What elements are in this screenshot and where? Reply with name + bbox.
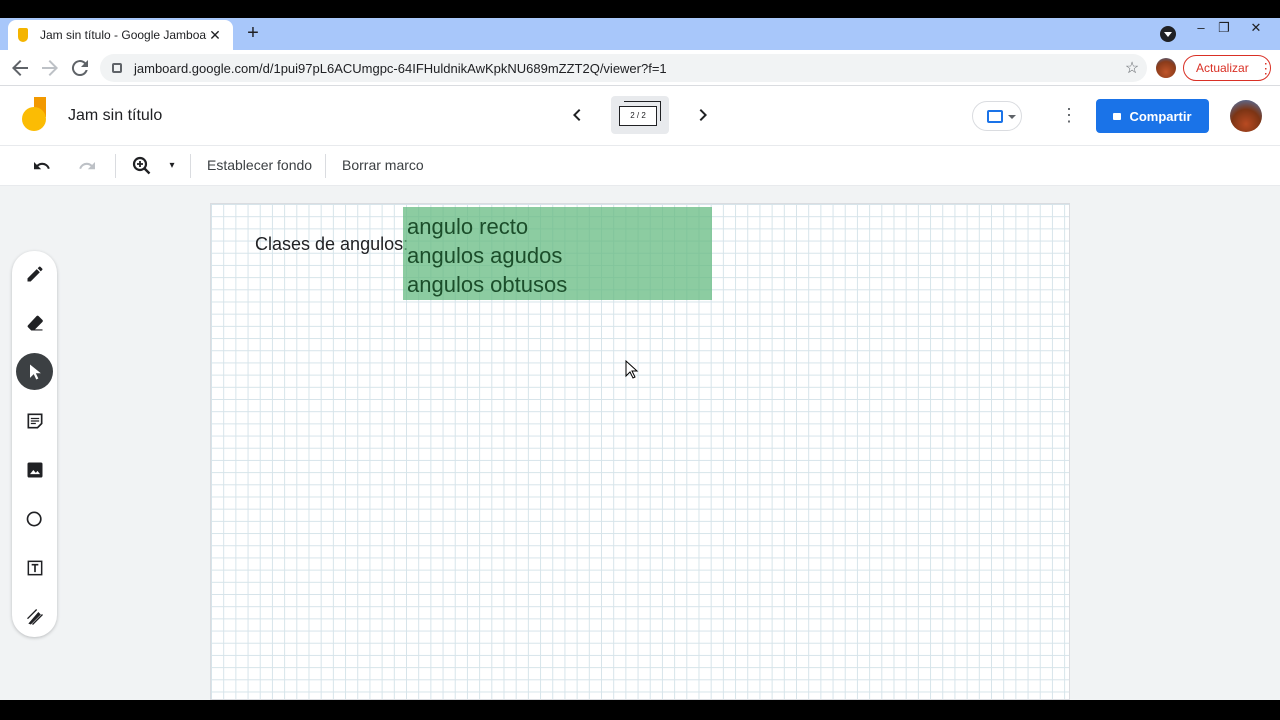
redo-icon[interactable] [75, 154, 99, 178]
laser-icon[interactable] [16, 598, 53, 635]
sticky-line: angulo recto [407, 214, 529, 239]
screen: Jam sin título - Google Jamboard ✕ + ‒ ❐… [0, 18, 1280, 700]
tab-title: Jam sin título - Google Jamboard [40, 28, 207, 42]
zoom-dropdown-icon[interactable]: ▾ [160, 154, 184, 178]
whiteboard-canvas[interactable]: Clases de angulos: angulo recto angulos … [210, 203, 1070, 700]
frame-bar-button[interactable]: 2 / 2 [611, 96, 669, 134]
eraser-icon[interactable] [16, 304, 53, 341]
sticky-line: angulos agudos [407, 243, 563, 268]
address-bar[interactable]: jamboard.google.com/d/1pui97pL6ACUmgpc-6… [100, 54, 1147, 82]
share-button[interactable]: Compartir [1096, 99, 1209, 133]
update-button[interactable]: Actualizar ⋮ [1183, 55, 1273, 81]
document-title[interactable]: Jam sin título [68, 107, 162, 125]
lock-icon [1113, 112, 1122, 120]
select-icon[interactable] [16, 353, 53, 390]
workspace: Clases de angulos: angulo recto angulos … [0, 186, 1280, 700]
update-label: Actualizar [1196, 61, 1249, 75]
reload-icon[interactable] [68, 56, 92, 80]
window-close-icon[interactable]: ✕ [1246, 20, 1266, 36]
sticky-line: angulos obtusos [407, 272, 568, 297]
profile-avatar-icon[interactable] [1156, 58, 1176, 78]
image-icon[interactable] [16, 451, 53, 488]
browser-tab[interactable]: Jam sin título - Google Jamboard ✕ [8, 20, 233, 50]
sticky-note-icon[interactable] [16, 402, 53, 439]
frame-indicator: 2 / 2 [619, 106, 657, 126]
jamboard-favicon-icon [18, 28, 28, 42]
clear-frame-button[interactable]: Borrar marco [342, 157, 424, 173]
tab-search-icon[interactable] [1160, 26, 1176, 42]
text-box[interactable]: Clases de angulos: [255, 234, 408, 255]
previous-frame-icon[interactable] [565, 103, 589, 127]
next-frame-icon[interactable] [691, 103, 715, 127]
present-icon [987, 110, 1003, 123]
close-tab-icon[interactable]: ✕ [207, 27, 223, 44]
url-text: jamboard.google.com/d/1pui97pL6ACUmgpc-6… [134, 60, 667, 76]
text-box-icon[interactable] [16, 549, 53, 586]
back-icon[interactable] [8, 56, 32, 80]
edit-toolbar: ▾ Establecer fondo Borrar marco [0, 146, 1280, 186]
pen-icon[interactable] [16, 255, 53, 292]
divider [325, 154, 326, 178]
account-avatar[interactable] [1230, 100, 1262, 132]
undo-icon[interactable] [30, 154, 54, 178]
more-options-icon[interactable]: ⋮ [1060, 103, 1078, 127]
zoom-icon[interactable] [130, 154, 154, 178]
lock-icon [112, 63, 122, 73]
new-tab-button[interactable]: + [243, 23, 263, 43]
present-button[interactable] [972, 101, 1022, 131]
browser-toolbar: jamboard.google.com/d/1pui97pL6ACUmgpc-6… [0, 50, 1280, 86]
restore-icon[interactable]: ❐ [1214, 20, 1234, 36]
jamboard-logo-icon[interactable] [22, 97, 48, 133]
divider [115, 154, 116, 178]
app-header: Jam sin título 2 / 2 ⋮ Compartir [0, 87, 1280, 146]
minimize-icon[interactable]: ‒ [1191, 20, 1211, 35]
divider [190, 154, 191, 178]
chevron-down-icon [1008, 115, 1016, 119]
sticky-note[interactable]: angulo recto angulos agudos angulos obtu… [403, 207, 712, 300]
circle-icon[interactable] [16, 500, 53, 537]
bookmark-star-icon[interactable]: ☆ [1117, 58, 1147, 78]
browser-menu-icon: ⋮ [1258, 59, 1273, 76]
tool-rail [12, 251, 57, 637]
set-background-button[interactable]: Establecer fondo [207, 157, 312, 173]
share-label: Compartir [1129, 108, 1192, 124]
mouse-cursor-icon [625, 360, 639, 379]
forward-icon[interactable] [38, 56, 62, 80]
browser-tab-strip: Jam sin título - Google Jamboard ✕ + ‒ ❐… [0, 18, 1280, 50]
